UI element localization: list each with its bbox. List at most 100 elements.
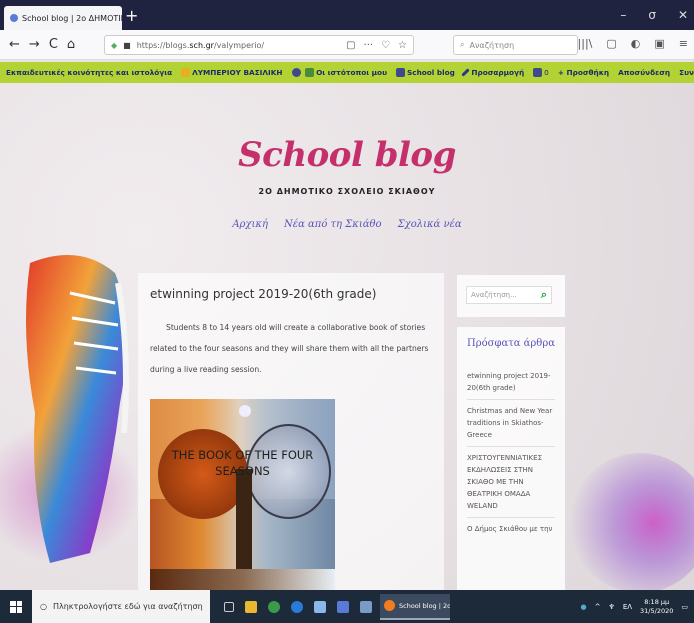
page-actions-icon[interactable]: ··· (364, 40, 374, 51)
home-icon (396, 68, 405, 78)
home-button[interactable]: ⌂ (67, 37, 75, 52)
site-title[interactable]: School blog (0, 135, 694, 175)
notifications-icon[interactable]: ▭ (681, 603, 688, 611)
chrome-icon[interactable] (268, 600, 280, 613)
browser-tab[interactable]: School blog | 2o ΔΗΜΟΤΙΚΟ Σ ✕ (4, 6, 122, 30)
recent-post-link[interactable]: ΧΡΙΣΤΟΥΓΕΝΝΙΑΤΙΚΕΣ ΕΚΔΗΛΩΣΕΙΣ ΣΤΗΝ ΣΚΙΑΘ… (467, 447, 555, 518)
site-description: 2Ο ΔΗΜΟΤΙΚΟ ΣΧΟΛΕΙΟ ΣΚΙΑΘΟΥ (258, 187, 436, 196)
tab-title: School blog | 2o ΔΗΜΟΤΙΚΟ Σ (22, 13, 122, 23)
main-menu: Αρχική Νέα από τη Σκιάθο Σχολικά νέα (0, 219, 694, 230)
sites-icon (305, 68, 315, 78)
clock-time: 8:18 μμ (644, 597, 670, 606)
blog-post: etwinning project 2019-20(6th grade) Stu… (138, 273, 444, 590)
language-indicator[interactable]: ΕΛ (623, 603, 632, 611)
blog-page: School blog 2Ο ΔΗΜΟΤΙΚΟ ΣΧΟΛΕΙΟ ΣΚΙΑΘΟΥ … (0, 83, 694, 590)
usb-icon[interactable]: ♆ (609, 603, 615, 611)
maximize-button[interactable]: σ (648, 8, 656, 22)
menu-item-home[interactable]: Αρχική (232, 219, 268, 230)
brush-icon (461, 68, 470, 77)
image-caption-text: THE BOOK OF THE FOUR SEASONS (171, 448, 314, 478)
search-icon: ⌕ (460, 40, 465, 49)
account-icon[interactable]: ▣ (654, 37, 664, 50)
app-icon[interactable] (337, 600, 349, 613)
clock-date: 31/5/2020 (640, 606, 674, 615)
recent-post-link[interactable]: Ο Δήμος Σκιάθου με την (467, 518, 555, 540)
image-moon (239, 405, 251, 417)
show-hidden-icons-icon[interactable]: ^ (595, 603, 601, 611)
reload-button[interactable]: C (49, 37, 58, 52)
new-tab-button[interactable]: + (125, 6, 138, 25)
search-icon: ○ (40, 602, 47, 611)
menu-icon[interactable]: ≡ (679, 37, 688, 50)
extension-icon[interactable]: ◐ (631, 37, 641, 50)
paint-splash-decoration (570, 453, 694, 590)
windows-taskbar: ○ Πληκτρολογήστε εδώ για αναζήτηση Schoo… (0, 590, 694, 623)
menu-item-school-news[interactable]: Σχολικά νέα (398, 219, 462, 230)
sidebar-search-input[interactable]: Αναζήτηση... ⌕ (466, 286, 552, 304)
minimize-button[interactable]: – (620, 8, 626, 22)
forward-button[interactable]: → (29, 37, 40, 52)
active-window-title: School blog | 2o Δ... (399, 601, 450, 610)
url-actions: ▢ ··· ♡ ☆ (346, 40, 407, 51)
system-tray: ● ^ ♆ ΕΛ 8:18 μμ 31/5/2020 ▭ (581, 590, 688, 623)
admin-item-blog[interactable]: School blog (396, 68, 455, 78)
sidebar-search-widget: Αναζήτηση... ⌕ (457, 275, 565, 317)
browser-search-box[interactable]: ⌕ Αναζήτηση (453, 35, 578, 55)
toolbar-icons: |||\ ▢ ◐ ▣ ≡ (578, 37, 688, 50)
taskbar-search-text: Πληκτρολογήστε εδώ για αναζήτηση (52, 602, 203, 611)
library-icon[interactable]: |||\ (578, 37, 593, 50)
task-view-icon[interactable] (224, 601, 234, 612)
taskbar-firefox-window[interactable]: School blog | 2o Δ... (380, 593, 450, 620)
wordpress-icon (291, 68, 301, 78)
search-icon[interactable]: ⌕ (541, 288, 547, 302)
sidebar-search-placeholder: Αναζήτηση... (471, 291, 517, 299)
admin-item-mysites[interactable]: Οι ιστότοποι μου (291, 68, 387, 78)
admin-item-user[interactable]: ΛΥΜΠΕΡΙΟΥ ΒΑΣΙΛΙΚΗ (181, 68, 283, 78)
taskbar-apps (224, 600, 372, 613)
menu-item-skiathos-news[interactable]: Νέα από τη Σκιάθο (284, 219, 382, 230)
site-favicon-icon (10, 14, 18, 22)
admin-item-logout[interactable]: Αποσύνδεση (618, 68, 670, 77)
post-title[interactable]: etwinning project 2019-20(6th grade) (150, 287, 376, 301)
store-icon[interactable] (360, 600, 372, 613)
clock[interactable]: 8:18 μμ 31/5/2020 (640, 598, 673, 616)
lock-icon: ■ (123, 40, 131, 50)
browser-navbar: ← → C ⌂ ◆ ■ https://blogs.sch.gr/valympe… (0, 30, 694, 60)
browser-titlebar: School blog | 2o ΔΗΜΟΤΙΚΟ Σ ✕ + – σ ✕ (0, 0, 694, 30)
admin-item-authors[interactable]: Συντάκτες Ιστολογίου (679, 68, 694, 77)
url-text: https://blogs.sch.gr/valymperio/ (136, 40, 265, 50)
pocket-icon[interactable]: ♡ (381, 40, 390, 51)
recent-post-link[interactable]: etwinning project 2019-20(6th grade) (467, 365, 555, 400)
recent-posts-widget: Πρόσφατα άρθρα etwinning project 2019-20… (457, 327, 565, 590)
file-explorer-icon[interactable] (245, 600, 257, 613)
recent-posts-title: Πρόσφατα άρθρα (467, 338, 555, 349)
post-excerpt: Students 8 to 14 years old will create a… (150, 323, 429, 374)
paint-icon[interactable] (314, 600, 326, 613)
sidebar: Αναζήτηση... ⌕ Πρόσφατα άρθρα etwinning … (457, 275, 565, 590)
admin-bar: Εκπαιδευτικές κοινότητες και ιστολόγια Λ… (0, 62, 694, 83)
taskbar-search-box[interactable]: ○ Πληκτρολογήστε εδώ για αναζήτηση (32, 590, 210, 623)
shield-icon: ◆ (111, 40, 118, 50)
image-ground (150, 569, 335, 590)
admin-item-add-new[interactable]: + Προσθήκη (558, 68, 609, 77)
user-icon (181, 68, 191, 78)
bookmark-star-icon[interactable]: ☆ (398, 40, 407, 51)
recent-post-link[interactable]: Christmas and New Year traditions in Ski… (467, 400, 555, 447)
windows-start-icon[interactable] (10, 600, 22, 613)
comment-icon (533, 68, 543, 78)
sidebar-icon[interactable]: ▢ (606, 37, 616, 50)
post-featured-image[interactable]: THE BOOK OF THE FOUR SEASONS (150, 399, 335, 590)
window-controls: – σ ✕ (620, 8, 688, 22)
firefox-icon (384, 600, 395, 611)
admin-item-comments[interactable]: 0 (533, 68, 549, 78)
admin-item-communities[interactable]: Εκπαιδευτικές κοινότητες και ιστολόγια (6, 68, 172, 77)
browser-search-placeholder: Αναζήτηση (469, 40, 515, 50)
edge-icon[interactable] (291, 600, 303, 613)
address-bar[interactable]: ◆ ■ https://blogs.sch.gr/valymperio/ ▢ ·… (104, 35, 414, 55)
close-window-button[interactable]: ✕ (678, 8, 688, 22)
admin-item-customize[interactable]: Προσαρμογή (461, 68, 524, 78)
reader-view-icon[interactable]: ▢ (346, 40, 355, 51)
back-button[interactable]: ← (9, 37, 20, 52)
network-icon[interactable]: ● (581, 603, 587, 611)
sneaker-illustration (0, 255, 140, 563)
